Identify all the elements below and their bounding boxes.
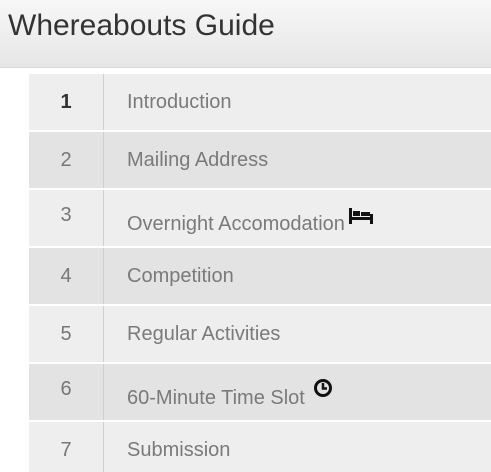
nav-item-label: 60-Minute Time Slot	[127, 387, 305, 409]
whereabouts-guide-page: Whereabouts Guide 1 Introduction 2 Maili…	[0, 0, 491, 472]
nav-item-label: Competition	[127, 264, 234, 287]
nav-item-label: Mailing Address	[127, 148, 269, 171]
nav-item-overnight-accomodation[interactable]: 3 Overnight Accomodation	[29, 190, 491, 246]
nav-item-number: 7	[29, 422, 104, 472]
guide-nav-list: 1 Introduction 2 Mailing Address 3 Overn…	[29, 74, 491, 472]
nav-item-label: Overnight Accomodation	[127, 213, 345, 235]
nav-item-number: 1	[29, 74, 104, 130]
nav-item-submission[interactable]: 7 Submission	[29, 422, 491, 472]
nav-item-regular-activities[interactable]: 5 Regular Activities	[29, 306, 491, 362]
nav-item-introduction[interactable]: 1 Introduction	[29, 74, 491, 130]
nav-item-label: Introduction	[127, 90, 232, 113]
nav-item-number: 3	[29, 190, 104, 246]
nav-item-number: 4	[29, 248, 104, 304]
nav-item-number: 2	[29, 132, 104, 188]
nav-item-number: 6	[29, 364, 104, 420]
nav-item-60-minute-time-slot[interactable]: 6 60-Minute Time Slot	[29, 364, 491, 420]
nav-item-competition[interactable]: 4 Competition	[29, 248, 491, 304]
nav-item-number: 5	[29, 306, 104, 362]
guide-header: Whereabouts Guide	[0, 0, 491, 68]
bed-icon	[348, 208, 373, 224]
clock-icon	[313, 379, 332, 397]
nav-item-label: Submission	[127, 438, 231, 461]
page-title: Whereabouts Guide	[8, 9, 275, 42]
nav-item-mailing-address[interactable]: 2 Mailing Address	[29, 132, 491, 188]
nav-item-label: Regular Activities	[127, 322, 281, 345]
